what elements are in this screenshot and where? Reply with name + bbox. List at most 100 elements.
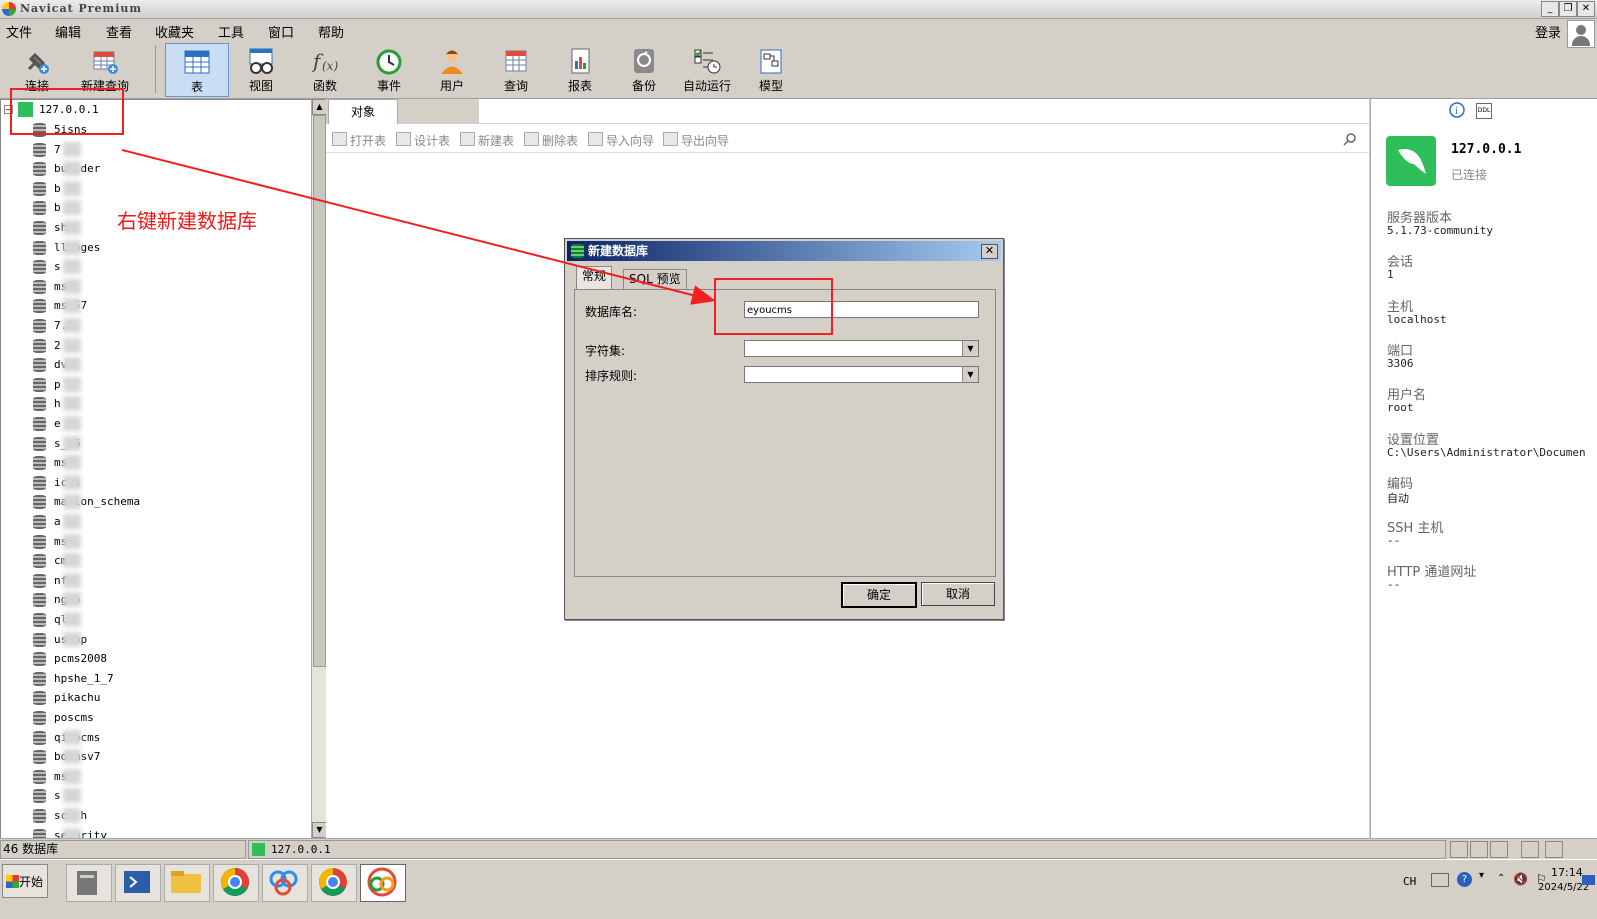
grid-view-icon[interactable] bbox=[1490, 841, 1508, 858]
menu-tools[interactable]: 工具 bbox=[218, 22, 244, 41]
menu-favorites[interactable]: 收藏夹 bbox=[155, 22, 194, 41]
dialog-close-button[interactable]: ✕ bbox=[981, 244, 998, 259]
open-table-button[interactable]: 打开表 bbox=[350, 132, 386, 149]
model-tool-button[interactable]: 模型 bbox=[740, 43, 802, 95]
tree-database-row[interactable]: 2 bbox=[1, 336, 301, 356]
input-language[interactable]: CH bbox=[1403, 875, 1416, 888]
function-tool-button[interactable]: f (x) 函数 bbox=[294, 43, 356, 95]
tree-database-row[interactable]: p bbox=[1, 375, 301, 395]
collation-select[interactable]: ▼ bbox=[744, 366, 979, 383]
list-view-icon[interactable] bbox=[1450, 841, 1468, 858]
status-bar: 46 数据库 127.0.0.1 bbox=[0, 838, 1597, 859]
start-button[interactable]: 开始 bbox=[2, 864, 48, 898]
tree-database-row[interactable]: nfo bbox=[1, 571, 301, 591]
options-chevron-icon[interactable]: ▾ bbox=[1479, 870, 1484, 881]
tree-scrollbar[interactable]: ▲ ▼ bbox=[311, 99, 327, 838]
tree-database-row[interactable]: hpshe_1_7 bbox=[1, 669, 301, 689]
menu-edit[interactable]: 编辑 bbox=[55, 22, 81, 41]
cancel-button[interactable]: 取消 bbox=[921, 582, 995, 606]
backup-tool-button[interactable]: 备份 bbox=[613, 43, 675, 95]
query-tool-button[interactable]: 查询 bbox=[485, 43, 547, 95]
menu-window[interactable]: 窗口 bbox=[268, 22, 294, 41]
ddl-icon[interactable]: DDL bbox=[1476, 103, 1492, 119]
tree-database-row[interactable]: ql bbox=[1, 610, 301, 630]
taskbar-chrome-2[interactable] bbox=[311, 864, 357, 902]
taskbar-server-manager[interactable] bbox=[66, 864, 112, 902]
tree-database-row[interactable]: s bbox=[1, 786, 301, 806]
tray-expand-icon[interactable]: ⌃ bbox=[1497, 873, 1505, 884]
tree-database-row[interactable]: 7 bbox=[1, 140, 301, 160]
new-table-button[interactable]: 新建表 bbox=[478, 132, 514, 149]
delete-table-button[interactable]: 删除表 bbox=[542, 132, 578, 149]
show-desktop-icon[interactable] bbox=[1582, 875, 1595, 885]
tree-database-row[interactable]: b bbox=[1, 179, 301, 199]
taskbar-explorer[interactable] bbox=[164, 864, 210, 902]
tree-database-row[interactable]: icms bbox=[1, 473, 301, 493]
close-window-button[interactable]: ✕ bbox=[1577, 1, 1595, 17]
tree-database-row[interactable]: mation_schema bbox=[1, 492, 301, 512]
taskbar-navicat[interactable] bbox=[360, 864, 406, 902]
scroll-down-icon[interactable]: ▼ bbox=[312, 822, 327, 838]
tree-database-row[interactable]: 7.2 bbox=[1, 316, 301, 336]
tree-database-row[interactable]: bocmsv7 bbox=[1, 747, 301, 767]
taskbar-baidu-netdisk[interactable] bbox=[262, 864, 308, 902]
menu-help[interactable]: 帮助 bbox=[318, 22, 344, 41]
left-panel-toggle-icon[interactable] bbox=[1521, 841, 1539, 858]
scroll-up-icon[interactable]: ▲ bbox=[312, 99, 327, 115]
tree-database-row[interactable]: msv57 bbox=[1, 296, 301, 316]
tree-database-row[interactable]: h bbox=[1, 394, 301, 414]
tree-database-row[interactable]: ushop bbox=[1, 630, 301, 650]
taskbar-chrome-1[interactable] bbox=[213, 864, 259, 902]
maximize-button[interactable]: ❐ bbox=[1559, 1, 1577, 17]
tree-database-row[interactable]: poscms bbox=[1, 708, 301, 728]
ok-button[interactable]: 确定 bbox=[841, 582, 917, 608]
help-icon[interactable]: ? bbox=[1457, 872, 1472, 887]
info-icon[interactable]: i bbox=[1449, 102, 1465, 118]
tree-database-row[interactable]: ms bbox=[1, 453, 301, 473]
database-icon bbox=[33, 809, 46, 823]
design-table-button[interactable]: 设计表 bbox=[414, 132, 450, 149]
table-tool-button[interactable]: 表 bbox=[165, 43, 229, 97]
tab-objects[interactable]: 对象 bbox=[328, 99, 398, 124]
tab-sql-preview[interactable]: SQL 预览 bbox=[623, 269, 687, 289]
report-tool-button[interactable]: 报表 bbox=[549, 43, 611, 95]
tree-database-row[interactable]: ms bbox=[1, 767, 301, 787]
chevron-down-icon[interactable]: ▼ bbox=[962, 367, 978, 382]
charset-select[interactable]: ▼ bbox=[744, 340, 979, 357]
event-tool-button[interactable]: 事件 bbox=[358, 43, 420, 95]
view-tool-button[interactable]: 视图 bbox=[230, 43, 292, 95]
minimize-button[interactable]: _ bbox=[1541, 1, 1559, 17]
export-wizard-button[interactable]: 导出向导 bbox=[681, 132, 729, 149]
tree-database-row[interactable]: s_v6 bbox=[1, 434, 301, 454]
user-tool-button[interactable]: 用户 bbox=[421, 43, 483, 95]
tree-database-row[interactable]: dvw bbox=[1, 355, 301, 375]
autorun-tool-button[interactable]: 自动运行 bbox=[676, 43, 738, 95]
login-link[interactable]: 登录 bbox=[1535, 22, 1561, 41]
tree-database-row[interactable]: ngfo bbox=[1, 590, 301, 610]
chevron-down-icon[interactable]: ▼ bbox=[962, 341, 978, 356]
menu-file[interactable]: 文件 bbox=[6, 22, 32, 41]
tab-general[interactable]: 常规 bbox=[576, 266, 613, 289]
tree-database-row[interactable]: ms bbox=[1, 277, 301, 297]
tree-database-row[interactable]: e bbox=[1, 414, 301, 434]
volume-mute-icon[interactable]: 🔇 bbox=[1513, 872, 1528, 886]
taskbar-powershell[interactable] bbox=[115, 864, 161, 902]
search-icon[interactable] bbox=[1343, 132, 1357, 146]
tree-database-row[interactable]: pcms2008 bbox=[1, 649, 301, 669]
clock-time[interactable]: 17:14 bbox=[1551, 866, 1583, 879]
tree-database-row[interactable]: ms bbox=[1, 532, 301, 552]
tree-database-row[interactable]: qibocms bbox=[1, 728, 301, 748]
right-panel-toggle-icon[interactable] bbox=[1545, 841, 1563, 858]
tree-database-row[interactable]: pikachu bbox=[1, 688, 301, 708]
menu-view[interactable]: 查看 bbox=[106, 22, 132, 41]
tree-database-row[interactable]: scm h bbox=[1, 806, 301, 826]
tree-database-row[interactable]: llenges bbox=[1, 238, 301, 258]
tree-database-row[interactable]: cms bbox=[1, 551, 301, 571]
tree-database-row[interactable]: a bbox=[1, 512, 301, 532]
keyboard-icon[interactable] bbox=[1431, 873, 1449, 887]
tree-database-row[interactable]: s bbox=[1, 257, 301, 277]
detail-view-icon[interactable] bbox=[1470, 841, 1488, 858]
tree-database-row[interactable]: builder bbox=[1, 159, 301, 179]
scroll-thumb[interactable] bbox=[313, 115, 326, 667]
import-wizard-button[interactable]: 导入向导 bbox=[606, 132, 654, 149]
